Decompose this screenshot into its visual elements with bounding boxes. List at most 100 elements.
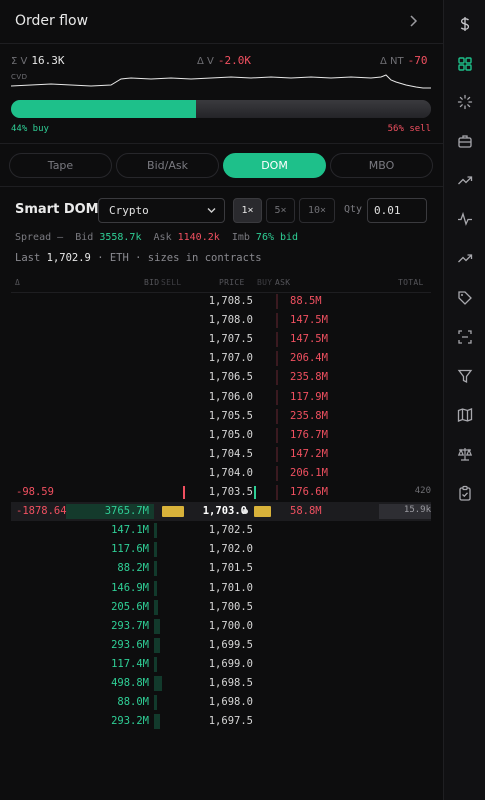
qty-input[interactable]: 0.01 (367, 198, 427, 223)
market-select[interactable]: Crypto (98, 198, 225, 223)
delta-trades-label: Δ NT (380, 56, 404, 67)
ask-depth-bar (276, 389, 278, 405)
bid-row[interactable]: 293.7M 1,700.0 (11, 617, 431, 636)
ask-row[interactable]: 1,703.5 176.6M -98.59 420 (11, 483, 431, 502)
current-price-row[interactable]: -1878.64 3765.7M 1,703.0 58.8M 15.9k (11, 502, 431, 522)
last-label: Last (15, 252, 41, 264)
grid-icon[interactable] (453, 52, 477, 76)
sell-volume-marker (162, 506, 184, 518)
bid-size: 88.0M (117, 696, 149, 709)
dollar-icon[interactable] (453, 12, 477, 36)
spread-value: — (57, 232, 64, 243)
bid-size: 117.6M (111, 543, 149, 556)
ask-row[interactable]: 1,704.5 147.2M (11, 445, 431, 464)
panel-header: Order flow (0, 0, 443, 44)
col-buy: BUY (257, 278, 273, 287)
bid-row[interactable]: 117.6M 1,702.0 (11, 540, 431, 559)
buy-fill (11, 100, 196, 118)
ask-label: Ask (153, 232, 172, 243)
imbalance-value: 76% bid (255, 232, 299, 243)
ask-size: 235.8M (290, 409, 328, 422)
order-flow-panel: Order flow Σ V 16.3K Δ V -2.0K Δ NT -70 CVD… (0, 0, 443, 800)
ask-depth-bar (276, 294, 278, 309)
clipboard-icon[interactable] (453, 481, 477, 505)
delta-volume-value: -2.0K (217, 54, 251, 67)
ask-row[interactable]: 1,706.0 117.9M (11, 388, 431, 407)
right-toolbar (443, 0, 485, 800)
bid-row[interactable]: 88.2M 1,701.5 (11, 559, 431, 578)
market-select-value: Crypto (109, 204, 149, 217)
bid-row[interactable]: 293.6M 1,699.5 (11, 636, 431, 655)
delta-volume-label: Δ V (197, 56, 214, 67)
buy-volume-marker (254, 506, 271, 518)
trend-up-icon[interactable] (453, 168, 477, 192)
zoom-1x-button[interactable]: 1× (233, 198, 262, 223)
tag-icon[interactable] (453, 286, 477, 310)
ask-row[interactable]: 1,707.5 147.5M (11, 330, 431, 349)
bid-row[interactable]: 117.4M 1,699.0 (11, 655, 431, 674)
price-cell: 1,698.0 (208, 696, 253, 709)
symbol: ETH (109, 252, 129, 264)
price-cell: 1,708.5 (208, 295, 253, 307)
ask-row[interactable]: 1,706.5 235.8M (11, 368, 431, 387)
ask-row[interactable]: 1,708.0 147.5M (11, 311, 431, 330)
bid-row[interactable]: 498.8M 1,698.5 (11, 674, 431, 693)
bid-row[interactable]: 147.1M 1,702.5 (11, 521, 431, 540)
bid-row[interactable]: 146.9M 1,701.0 (11, 579, 431, 598)
bid-row[interactable]: 293.2M 1,697.5 (11, 712, 431, 731)
sell-percent: 56% sell (387, 124, 431, 134)
pulse-icon[interactable] (453, 207, 477, 231)
ask-size: 147.2M (290, 447, 328, 460)
price-cell: 1,707.5 (208, 333, 253, 346)
tab-mbo[interactable]: MBO (330, 153, 433, 178)
current-price: 1,703.0 (202, 505, 247, 518)
trend-up-icon[interactable] (453, 246, 477, 270)
ask-row[interactable]: 1,707.0 206.4M (11, 349, 431, 368)
filter-icon[interactable] (453, 364, 477, 388)
price-cell: 1,701.5 (208, 562, 253, 575)
ask-row[interactable]: 1,704.0 206.1M (11, 464, 431, 483)
price-cell: 1,700.0 (208, 619, 253, 632)
bid-row[interactable]: 205.6M 1,700.5 (11, 598, 431, 617)
bid-size: 147.1M (111, 524, 149, 537)
map-icon[interactable] (453, 403, 477, 427)
scale-icon[interactable] (453, 442, 477, 466)
ask-row[interactable]: 1,705.5 235.8M (11, 407, 431, 426)
delta-trades-value: -70 (407, 54, 428, 67)
ask-depth-bar (276, 446, 278, 462)
ask-total-value: 1140.2k (177, 232, 220, 243)
tab-dom[interactable]: DOM (223, 153, 326, 178)
size-note: sizes in contracts (147, 252, 262, 264)
ask-size: 176.6M (290, 486, 328, 498)
ask-depth-bar (276, 427, 278, 443)
ask-size: 206.1M (290, 466, 328, 479)
scan-icon[interactable] (453, 325, 477, 349)
bid-total-value: 3558.7k (99, 232, 142, 243)
cvd-label: CVD (11, 73, 28, 81)
spread-info: Spread — Bid 3558.7k Ask 1140.2k Imb 76%… (15, 232, 298, 243)
price-cell: 1,705.0 (208, 428, 253, 441)
ask-size: 235.8M (290, 371, 328, 384)
bid-size: 88.2M (117, 562, 149, 575)
delta-cell: -98.59 (16, 486, 54, 498)
price-cell: 1,701.0 (208, 581, 253, 594)
loader-icon[interactable] (453, 90, 477, 114)
last-trade-dot (243, 509, 248, 515)
chevron-right-icon[interactable] (405, 12, 421, 30)
briefcase-icon[interactable] (453, 129, 477, 153)
zoom-5x-button[interactable]: 5× (266, 198, 295, 223)
smart-dom-title: Smart DOM (15, 202, 99, 217)
price-cell: 1,697.5 (208, 715, 253, 728)
bid-row[interactable]: 88.0M 1,698.0 (11, 693, 431, 712)
ask-row[interactable]: 1,708.5 88.5M (11, 292, 431, 311)
tab-bid-ask[interactable]: Bid/Ask (116, 153, 219, 178)
ask-size: 206.4M (290, 352, 328, 365)
bid-depth-bar (154, 599, 158, 615)
tab-tape[interactable]: Tape (9, 153, 112, 178)
col-total: TOTAL (398, 278, 424, 287)
imbalance-label: Imb (231, 232, 250, 243)
ask-depth-bar (276, 313, 278, 329)
zoom-10x-button[interactable]: 10× (299, 198, 335, 223)
ask-row[interactable]: 1,705.0 176.7M (11, 426, 431, 445)
bid-size: 293.2M (111, 715, 149, 728)
